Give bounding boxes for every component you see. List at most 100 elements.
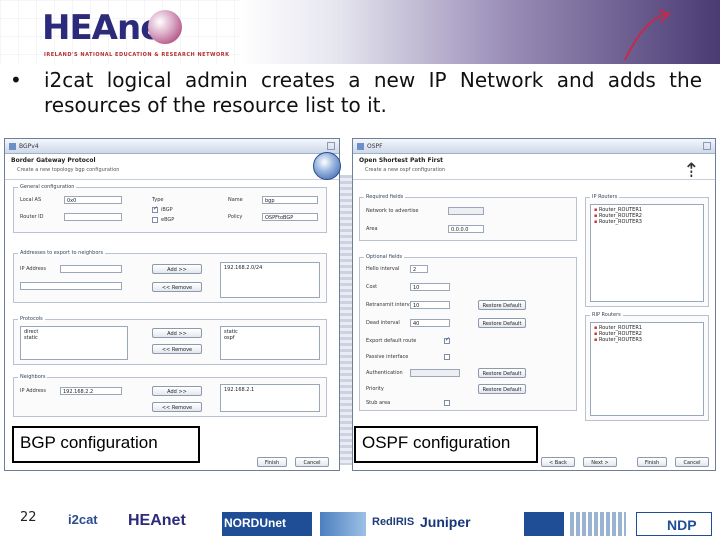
list-item[interactable]: ospf <box>224 335 319 341</box>
add-protocol-button[interactable]: Add >> <box>152 328 202 338</box>
partner-logo-juniper: Juniper <box>420 514 471 530</box>
partner-logo-i2cat: i2cat <box>68 512 98 527</box>
window-icon <box>9 143 16 150</box>
divider <box>353 179 715 180</box>
network-tool-icon <box>313 152 341 180</box>
stub-checkbox[interactable] <box>444 400 450 406</box>
ip-routers-group: IP Routers ▪ Router_ROUTER1 ▪ Router_ROU… <box>585 194 709 307</box>
list-item[interactable]: ▪ Router_ROUTER3 <box>594 337 703 343</box>
restore-default-button[interactable]: Restore Default <box>478 318 526 328</box>
policy-label: Policy <box>228 214 243 220</box>
cancel-button[interactable]: Cancel <box>295 457 329 467</box>
local-as-input[interactable]: 0x0 <box>64 196 122 204</box>
area-label: Area <box>366 226 378 232</box>
slide-bullet: • i2cat logical admin creates a new IP N… <box>10 68 702 118</box>
swoosh-icon <box>624 9 671 61</box>
required-fields-group: Required fields Network to advertise Are… <box>359 194 577 241</box>
add-address-button[interactable]: Add >> <box>152 264 202 274</box>
ibgp-label: iBGP <box>161 207 173 213</box>
ebgp-radio[interactable] <box>152 217 158 223</box>
dead-input[interactable]: 40 <box>410 319 450 327</box>
partner-logo-heanet: HEAnet <box>128 512 186 529</box>
ospf-heading: Open Shortest Path First <box>359 157 444 164</box>
group-label: General configuration <box>18 184 77 190</box>
export-default-label: Export default route <box>366 338 417 344</box>
passive-checkbox[interactable] <box>444 354 450 360</box>
finish-button[interactable]: Finish <box>257 457 287 467</box>
group-label: Neighbors <box>18 374 48 380</box>
passive-label: Passive interface <box>366 354 409 360</box>
cursor-icon: ⇡ <box>683 158 700 182</box>
group-label: RIP Routers <box>590 312 623 318</box>
list-item[interactable]: static <box>24 335 127 341</box>
finish-button[interactable]: Finish <box>637 457 667 467</box>
address-list[interactable]: 192.168.2.0/24 <box>220 262 320 298</box>
globe-icon <box>148 10 182 44</box>
list-item[interactable]: 192.168.2.1 <box>224 387 319 393</box>
restore-default-button[interactable]: Restore Default <box>478 368 526 378</box>
neighbors-group: Neighbors IP Address 192.168.2.2 Add >> … <box>13 374 327 417</box>
neighbor-list[interactable]: 192.168.2.1 <box>220 384 320 412</box>
next-button[interactable]: Next > <box>583 457 617 467</box>
bgp-titlebar: BGPv4 <box>5 139 339 154</box>
local-as-label: Local AS <box>20 197 42 203</box>
group-label: Protocols <box>18 316 45 322</box>
partner-logo-nordunet: NORDUnet <box>222 512 312 536</box>
rip-routers-list[interactable]: ▪ Router_ROUTER1 ▪ Router_ROUTER2 ▪ Rout… <box>590 322 704 416</box>
hello-input[interactable]: 2 <box>410 265 428 273</box>
ospf-window-title: OSPF <box>367 143 383 150</box>
neighbor-ip-label: IP Address <box>20 388 46 394</box>
add-neighbor-button[interactable]: Add >> <box>152 386 202 396</box>
splitter-handle[interactable] <box>340 175 352 465</box>
network-input[interactable] <box>448 207 484 215</box>
remove-neighbor-button[interactable]: << Remove <box>152 402 202 412</box>
type-label: Type <box>152 197 164 203</box>
stub-label: Stub area <box>366 400 391 406</box>
rip-routers-group: RIP Routers ▪ Router_ROUTER1 ▪ Router_RO… <box>585 312 709 421</box>
name-input[interactable]: bgp <box>262 196 318 204</box>
dead-label: Dead interval <box>366 320 400 326</box>
remove-protocol-button[interactable]: << Remove <box>152 344 202 354</box>
neighbor-ip-input[interactable]: 192.168.2.2 <box>60 387 122 395</box>
general-config-group: General configuration Local AS 0x0 Route… <box>13 184 327 233</box>
page-number: 22 <box>20 510 37 525</box>
restore-default-button[interactable]: Restore Default <box>478 384 526 394</box>
cost-input[interactable]: 10 <box>410 283 450 291</box>
bgp-window: BGPv4 Border Gateway Protocol Create a n… <box>4 138 340 471</box>
router-id-label: Router ID <box>20 214 44 220</box>
router-id-input[interactable] <box>64 213 122 221</box>
group-label: Optional fields <box>364 254 405 260</box>
area-input[interactable]: 0.0.0.0 <box>448 225 484 233</box>
ip-address-label: IP Address <box>20 266 46 272</box>
policy-input[interactable]: OSPFtoBGP <box>262 213 318 221</box>
logo-tagline: IRELAND'S NATIONAL EDUCATION & RESEARCH … <box>44 52 230 58</box>
group-label: Addresses to export to neighbors <box>18 250 106 256</box>
retransmit-input[interactable]: 10 <box>410 301 450 309</box>
ip-address-input[interactable] <box>60 265 122 273</box>
cancel-button[interactable]: Cancel <box>675 457 709 467</box>
list-item[interactable]: 192.168.2.0/24 <box>224 265 319 271</box>
addresses-group: Addresses to export to neighbors IP Addr… <box>13 250 327 303</box>
partner-logo-wave <box>320 512 366 536</box>
ibgp-radio[interactable] <box>152 205 158 213</box>
selected-protocols-list[interactable]: static ospf <box>220 326 320 360</box>
name-label: Name <box>228 197 243 203</box>
protocols-list[interactable]: direct static <box>20 326 128 360</box>
retransmit-label: Retransmit interval <box>366 302 415 308</box>
remove-address-button[interactable]: << Remove <box>152 282 202 292</box>
list-item[interactable]: ▪ Router_ROUTER3 <box>594 219 703 225</box>
partner-logo-text <box>570 512 626 536</box>
export-default-checkbox[interactable] <box>444 336 450 344</box>
back-button[interactable]: < Back <box>541 457 575 467</box>
ip-address-input-2[interactable] <box>20 282 122 290</box>
routers-list[interactable]: ▪ Router_ROUTER1 ▪ Router_ROUTER2 ▪ Rout… <box>590 204 704 302</box>
partner-logo-ndp: NDP <box>636 512 712 536</box>
close-icon[interactable] <box>327 142 335 150</box>
bgp-subtitle: Create a new topology bgp configuration <box>17 167 120 173</box>
auth-select[interactable] <box>410 369 460 377</box>
bgp-window-title: BGPv4 <box>19 143 39 150</box>
close-icon[interactable] <box>703 142 711 150</box>
protocols-group: Protocols direct static Add >> << Remove… <box>13 316 327 365</box>
auth-label: Authentication <box>366 370 403 376</box>
restore-default-button[interactable]: Restore Default <box>478 300 526 310</box>
